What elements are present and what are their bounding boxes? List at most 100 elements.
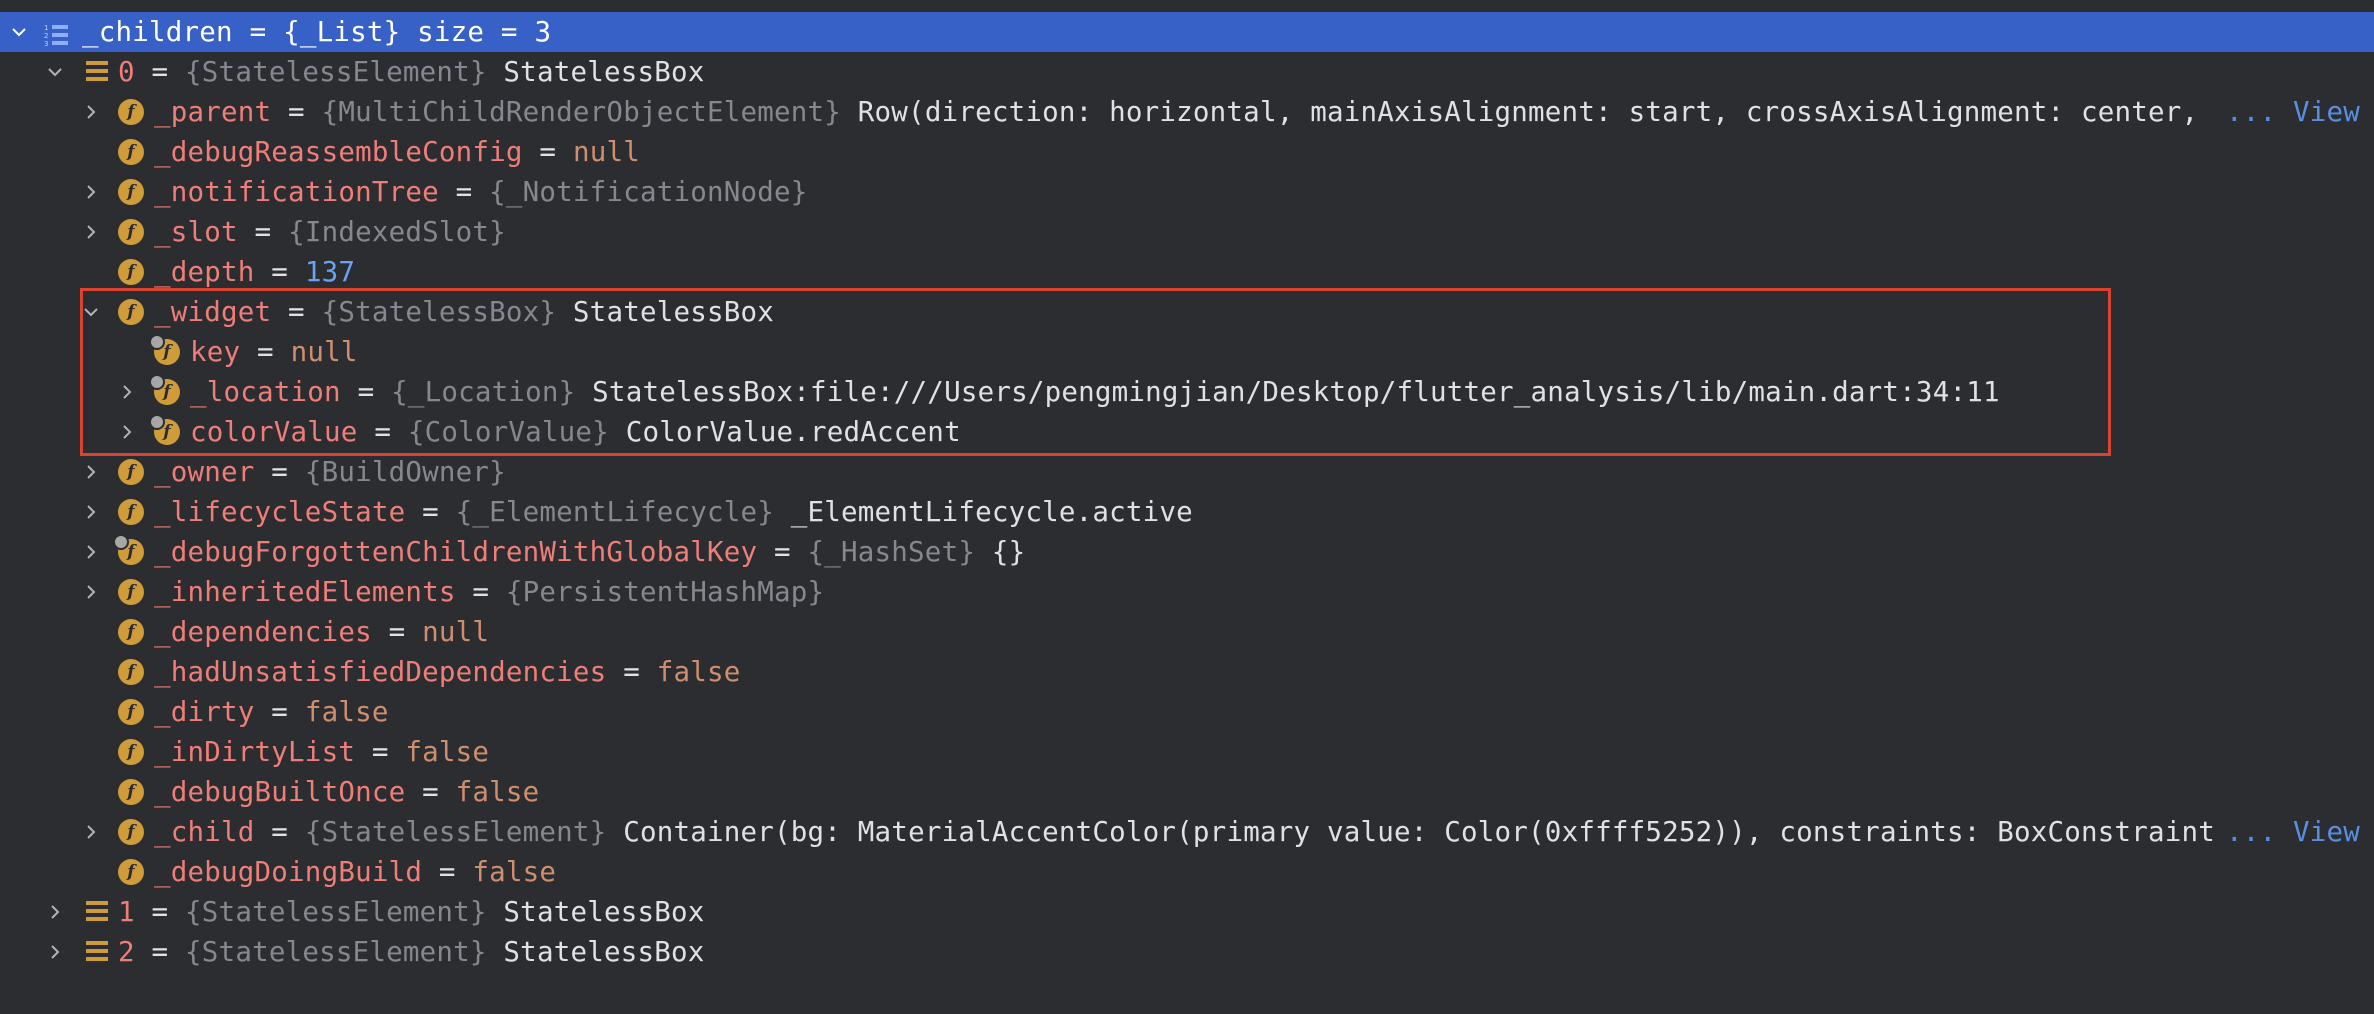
field-value: Row(direction: horizontal, mainAxisAlign… — [841, 96, 2199, 128]
tree-row-debug-forgotten-children[interactable]: f _debugForgottenChildrenWithGlobalKey =… — [0, 532, 2374, 572]
tree-row-depth[interactable]: f _depth = 137 — [0, 252, 2374, 292]
tree-row-slot[interactable]: f _slot = {IndexedSlot} — [0, 212, 2374, 252]
tree-row-child[interactable]: f _child = {StatelessElement} Container(… — [0, 812, 2374, 852]
field-type: {MultiChildRenderObjectElement} — [321, 96, 842, 128]
field-icon: f — [118, 139, 144, 165]
field-value: StatelessBox:file:///Users/pengmingjian/… — [575, 376, 2000, 408]
svg-text:1: 1 — [44, 24, 49, 32]
tree-row-owner[interactable]: f _owner = {BuildOwner} — [0, 452, 2374, 492]
field-name: _widget — [154, 296, 272, 328]
field-name: _notificationTree — [154, 176, 439, 208]
tree-row-element-0[interactable]: 0 = {StatelessElement} StatelessBox — [0, 52, 2374, 92]
chevron-right-icon[interactable] — [116, 372, 140, 412]
tree-row-element-1[interactable]: 1 = {StatelessElement} StatelessBox — [0, 892, 2374, 932]
chevron-right-icon[interactable] — [80, 212, 104, 252]
chevron-right-icon[interactable] — [80, 452, 104, 492]
chevron-right-icon[interactable] — [44, 932, 68, 972]
field-type: {StatelessBox} — [321, 296, 557, 328]
field-icon: f — [118, 179, 144, 205]
equals-sign: = — [438, 176, 490, 208]
field-value: {} — [975, 536, 1026, 568]
field-name: _debugReassembleConfig — [154, 136, 523, 168]
tree-row-notification-tree[interactable]: f _notificationTree = {_NotificationNode… — [0, 172, 2374, 212]
chevron-down-icon[interactable] — [80, 292, 104, 332]
field-icon: f — [118, 99, 144, 125]
chevron-right-icon[interactable] — [80, 572, 104, 612]
field-type: {StatelessElement} — [304, 816, 607, 848]
chevron-right-icon[interactable] — [116, 412, 140, 452]
chevron-right-icon[interactable] — [44, 892, 68, 932]
equals-sign: = — [405, 776, 456, 808]
field-name: _parent — [154, 96, 272, 128]
equals-sign: = — [371, 616, 423, 648]
field-name: _hadUnsatisfiedDependencies — [154, 656, 607, 688]
field-type: {_ElementLifecycle} — [455, 496, 775, 528]
chevron-right-icon[interactable] — [80, 532, 104, 572]
equals-sign: = — [340, 376, 392, 408]
equals-sign: = — [271, 296, 322, 328]
field-icon: f — [118, 259, 144, 285]
tree-row-element-2[interactable]: 2 = {StatelessElement} StatelessBox — [0, 932, 2374, 972]
tree-row-in-dirty-list[interactable]: f _inDirtyList = false — [0, 732, 2374, 772]
field-type: {StatelessElement} — [185, 896, 487, 928]
tree-row-inherited-elements[interactable]: f _inheritedElements = {PersistentHashMa… — [0, 572, 2374, 612]
equals-sign: = — [254, 816, 305, 848]
tree-row-color-value[interactable]: f colorValue = {ColorValue} ColorValue.r… — [0, 412, 2374, 452]
field-type: {StatelessElement} — [185, 936, 487, 968]
field-name: _debugBuiltOnce — [154, 776, 406, 808]
field-value: false — [304, 696, 389, 728]
equals-sign: = — [254, 696, 305, 728]
equals-sign: = — [134, 896, 186, 928]
equals-sign: = — [134, 936, 186, 968]
view-link[interactable]: ... View — [2219, 92, 2360, 132]
view-link[interactable]: ... View — [2219, 812, 2360, 852]
tree-row-dependencies[interactable]: f _dependencies = null — [0, 612, 2374, 652]
array-element-icon — [86, 941, 108, 961]
chevron-right-icon[interactable] — [80, 92, 104, 132]
field-type: {PersistentHashMap} — [505, 576, 825, 608]
list-icon: 1 2 3 — [44, 19, 70, 48]
field-type: {_List} — [283, 16, 401, 48]
final-field-pin-icon — [149, 414, 165, 430]
equals-sign: = — [237, 216, 289, 248]
field-icon: f — [118, 299, 144, 325]
tree-row-location[interactable]: f _location = {_Location} StatelessBox:f… — [0, 372, 2374, 412]
field-name: colorValue — [190, 416, 358, 448]
field-type: {_NotificationNode} — [489, 176, 808, 208]
equals-sign: = — [757, 536, 808, 568]
tree-row-widget[interactable]: f _widget = {StatelessBox} StatelessBox — [0, 292, 2374, 332]
field-name: 2 — [118, 936, 135, 968]
equals-sign: = — [422, 856, 473, 888]
field-name: _lifecycleState — [154, 496, 406, 528]
equals-sign: = — [455, 576, 506, 608]
field-value: StatelessBox — [486, 896, 705, 928]
tree-row-lifecycle-state[interactable]: f _lifecycleState = {_ElementLifecycle} … — [0, 492, 2374, 532]
chevron-right-icon[interactable] — [80, 172, 104, 212]
tree-row-dirty[interactable]: f _dirty = false — [0, 692, 2374, 732]
field-icon: f — [149, 414, 180, 445]
chevron-right-icon[interactable] — [80, 492, 104, 532]
field-name: _children — [82, 16, 233, 48]
debugger-variables-tree[interactable]: 1 2 3 _children = {_List} size = 3 0 = {… — [0, 12, 2374, 972]
chevron-down-icon[interactable] — [44, 52, 68, 92]
tree-row-had-unsatisfied-dependencies[interactable]: f _hadUnsatisfiedDependencies = false — [0, 652, 2374, 692]
field-icon: f — [118, 619, 144, 645]
chevron-down-icon[interactable] — [8, 12, 32, 52]
tree-row-debug-doing-build[interactable]: f _debugDoingBuild = false — [0, 852, 2374, 892]
field-value: false — [455, 776, 540, 808]
equals-sign: = — [357, 416, 408, 448]
field-icon: f — [118, 219, 144, 245]
chevron-right-icon[interactable] — [80, 812, 104, 852]
field-icon: f — [118, 699, 144, 725]
tree-row-debug-reassemble-config[interactable]: f _debugReassembleConfig = null — [0, 132, 2374, 172]
tree-row-debug-built-once[interactable]: f _debugBuiltOnce = false — [0, 772, 2374, 812]
tree-row-children[interactable]: 1 2 3 _children = {_List} size = 3 — [0, 12, 2374, 52]
field-icon: f — [118, 579, 144, 605]
field-value: null — [290, 336, 358, 368]
tree-row-key[interactable]: f key = null — [0, 332, 2374, 372]
array-element-icon — [86, 61, 108, 81]
field-icon: f — [118, 819, 144, 845]
field-name: _owner — [154, 456, 255, 488]
field-name: _debugDoingBuild — [154, 856, 423, 888]
tree-row-parent[interactable]: f _parent = {MultiChildRenderObjectEleme… — [0, 92, 2374, 132]
